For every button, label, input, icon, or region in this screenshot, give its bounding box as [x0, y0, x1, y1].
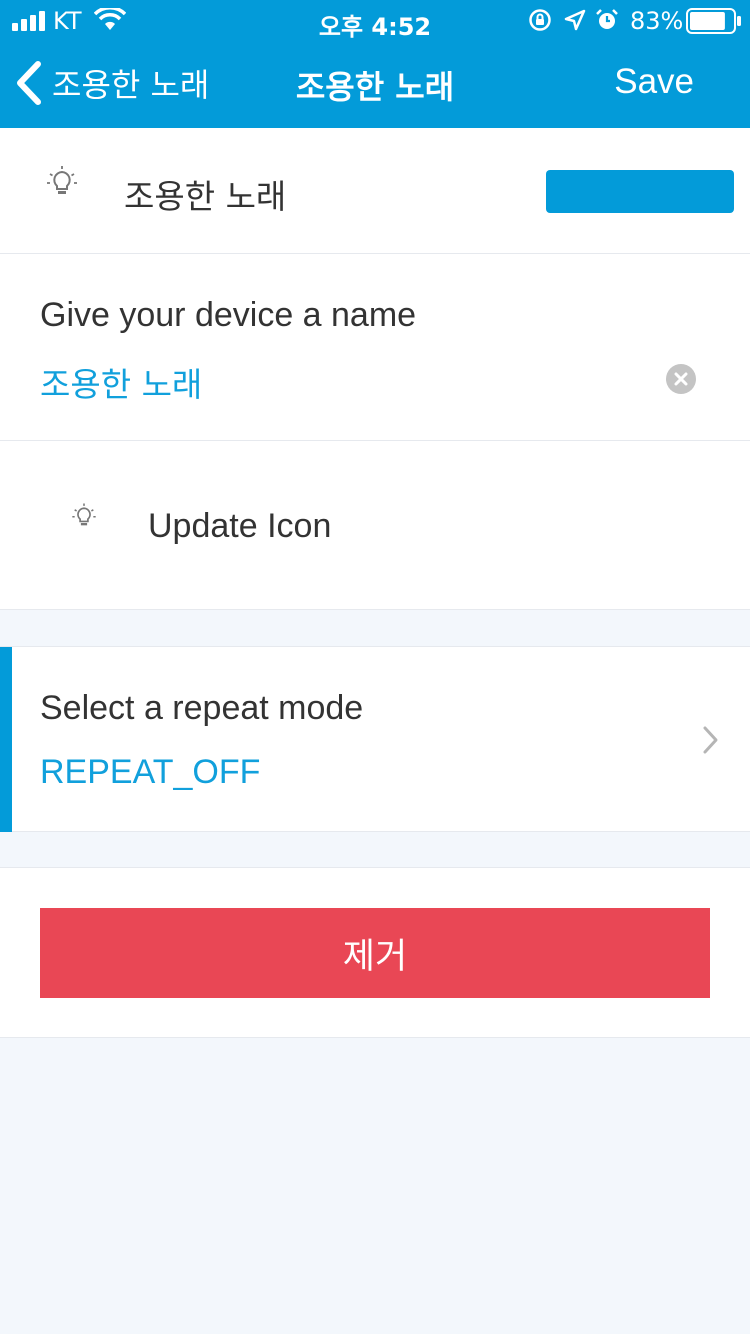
device-name-field-row: Give your device a name 조용한 노래: [0, 254, 750, 441]
repeat-mode-value: REPEAT_OFF: [40, 753, 261, 791]
lightbulb-icon: [70, 502, 98, 535]
remove-button[interactable]: 제거: [40, 908, 710, 998]
device-name-title: 조용한 노래: [124, 177, 287, 216]
device-name-label: Give your device a name: [40, 296, 417, 334]
close-icon: [674, 372, 688, 386]
device-header-row: 조용한 노래: [0, 128, 750, 254]
device-name-input[interactable]: 조용한 노래: [40, 358, 202, 406]
update-icon-row[interactable]: Update Icon: [0, 441, 750, 610]
remove-section: 제거: [0, 867, 750, 1038]
chevron-right-icon: [703, 726, 718, 754]
location-arrow-icon: [564, 9, 586, 31]
lightbulb-icon: [44, 164, 80, 205]
alarm-icon: [596, 9, 618, 29]
clear-input-button[interactable]: [666, 364, 696, 394]
repeat-mode-row[interactable]: Select a repeat mode REPEAT_OFF: [0, 646, 750, 832]
status-bar: KT 오후 4:52 83%: [0, 0, 750, 41]
top-bar: KT 오후 4:52 83% 조용한 노래 조용한 노래 Save: [0, 0, 750, 128]
update-icon-label: Update Icon: [148, 507, 332, 545]
battery-percent: 83%: [630, 7, 684, 35]
selection-accent-bar: [0, 647, 12, 832]
battery-icon: [686, 8, 741, 34]
save-button[interactable]: Save: [614, 62, 694, 102]
orientation-lock-icon: [529, 9, 551, 31]
repeat-mode-label: Select a repeat mode: [40, 689, 364, 727]
device-color-swatch[interactable]: [546, 170, 734, 213]
